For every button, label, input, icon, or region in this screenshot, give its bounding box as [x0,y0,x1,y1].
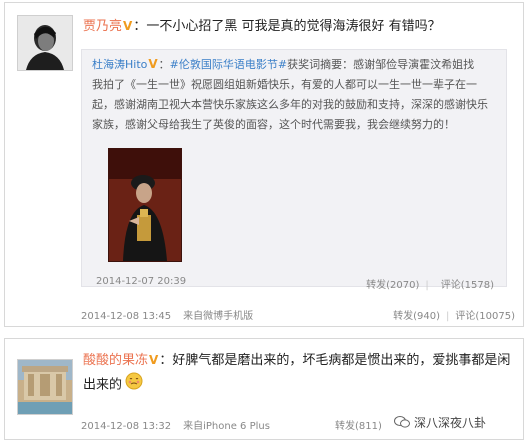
emoji-icon [125,372,143,398]
repost-button[interactable]: 转发(940) [393,311,440,322]
quoted-repost-button[interactable]: 转发(2070) [366,280,419,291]
post-timestamp[interactable]: 2014-12-08 13:32 [81,421,171,432]
vip-badge-icon: V [148,57,158,71]
comment-button[interactable]: 评论(10075) [455,311,515,322]
vip-badge-icon: V [123,19,133,33]
wechat-icon [394,416,410,428]
hashtag-link[interactable]: #伦敦国际华语电影节# [170,58,287,71]
post-timestamp[interactable]: 2014-12-08 13:45 [81,311,171,322]
divider: | [425,280,429,291]
weibo-post-1: 贾乃亮V：一不小心招了黑 可我是真的觉得海涛很好 有错吗？ 杜海涛HitoV：#… [4,2,524,327]
watermark: 深八深夜八卦 [394,412,486,432]
post-photo[interactable] [108,148,182,262]
vip-badge-icon: V [149,353,159,367]
quoted-post: 杜海涛HitoV：#伦敦国际华语电影节#获奖词摘要：感谢邹俭导演霍汶希姐找 我拍… [81,49,507,291]
quoted-comment-button[interactable]: 评论(1578) [441,280,494,291]
watermark-text: 深八深夜八卦 [414,415,487,430]
username-link[interactable]: 酸酸的果冻 [83,353,148,368]
avatar[interactable] [17,15,73,71]
username-link[interactable]: 贾乃亮 [83,19,122,34]
post-source[interactable]: 来自iPhone 6 Plus [183,421,270,432]
quoted-username-link[interactable]: 杜海涛Hito [92,58,147,71]
quoted-text-line-4: 家族，感谢父母给我生了英俊的面容，这个时代需要我，我会继续努力的！ [92,118,455,131]
repost-button[interactable]: 转发(811) [335,421,382,432]
divider: | [446,311,450,322]
quoted-colon: ： [158,58,170,71]
quoted-text-line-3: 起，感谢湖南卫视大本营快乐家族这么多年的对我的鼓励和支持，深深的感谢快乐 [92,98,488,111]
quoted-text-line-2: 我拍了《一生一世》祝愿圆组姐新婚快乐，有爱的人都可以一生一世一辈子在一 [92,78,477,91]
quoted-text-line-1: 获奖词摘要：感谢邹俭导演霍汶希姐找 [287,58,475,71]
quoted-timestamp[interactable]: 2014-12-07 20:39 [96,276,186,287]
post-text-line-1: ：好脾气都是磨出来的，坏毛病都是惯出来的，爱挑事都是闲 [159,353,511,368]
post-text-line-2: 出来的 [83,377,123,393]
post-text: ：一不小心招了黑 可我是真的觉得海涛很好 有错吗？ [133,19,441,34]
post-source[interactable]: 来自微博手机版 [183,311,253,322]
avatar[interactable] [17,359,73,415]
